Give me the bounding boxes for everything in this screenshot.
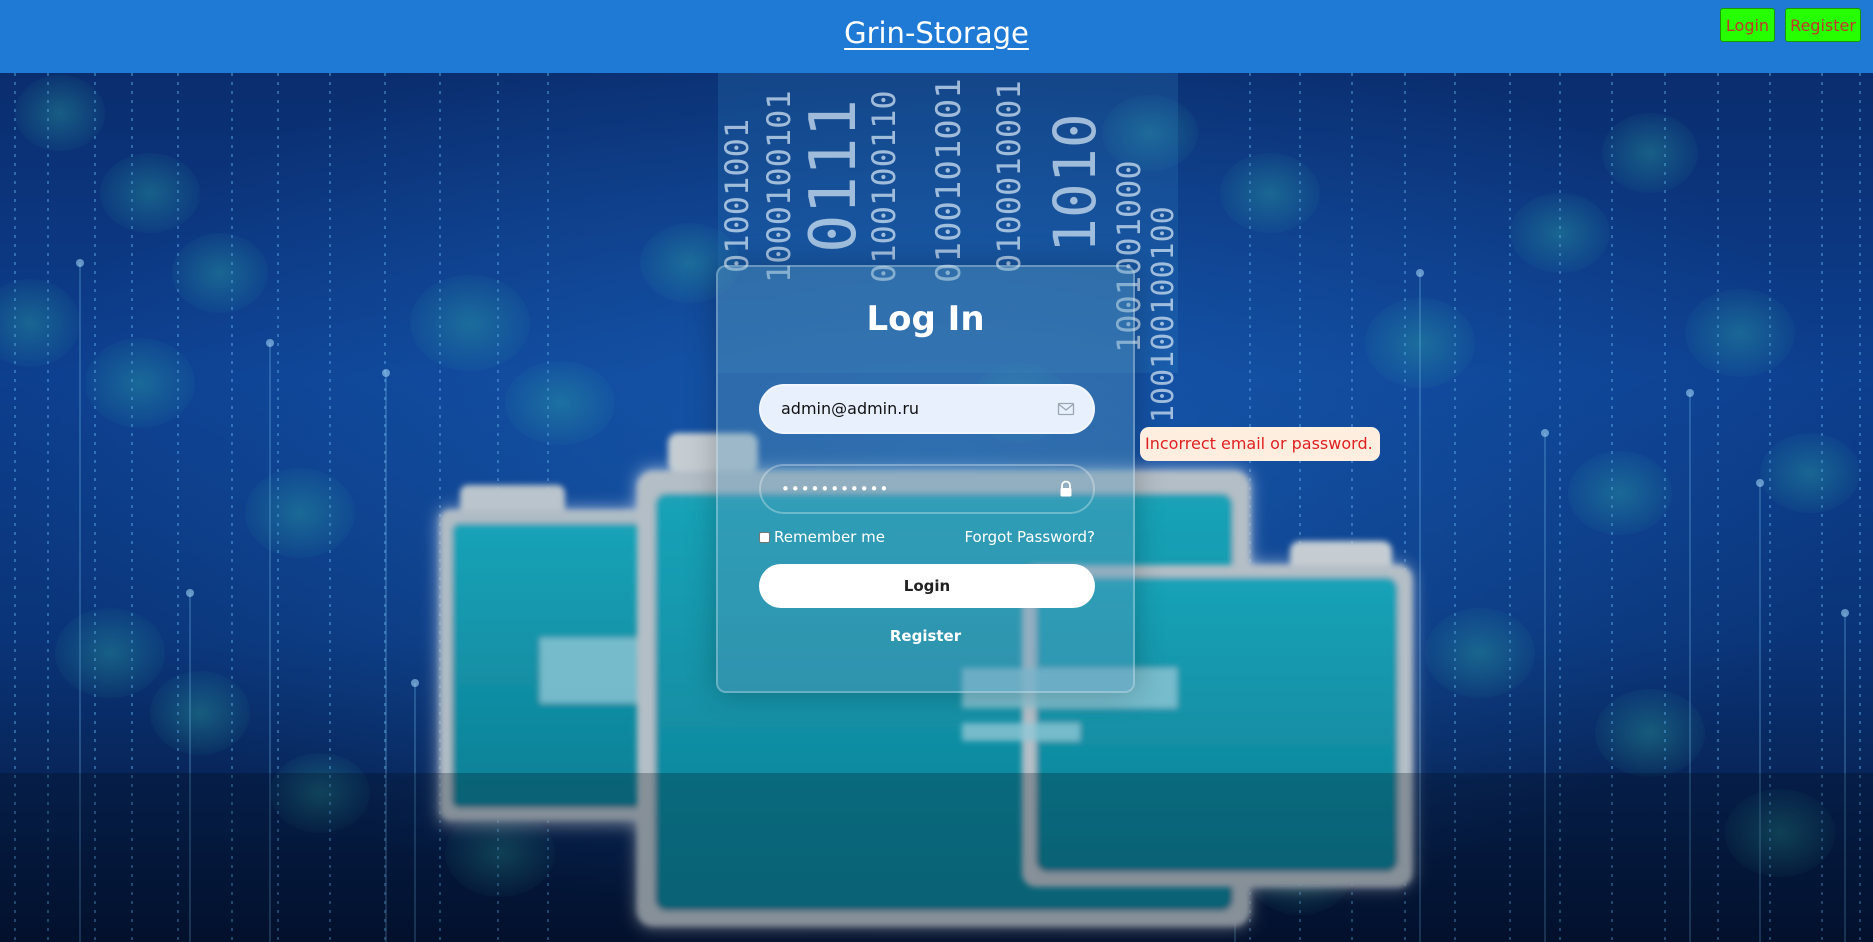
header-login-button[interactable]: Login (1720, 8, 1775, 42)
svg-text:1000100101: 1000100101 (760, 90, 798, 283)
svg-text:0100100110: 0100100110 (865, 90, 903, 283)
email-field[interactable]: admin@admin.ru (759, 384, 1095, 434)
login-heading: Log In (866, 299, 985, 339)
remember-label[interactable]: Remember me (774, 528, 885, 546)
login-submit-button[interactable]: Login (759, 564, 1095, 608)
svg-text:100100100100: 100100100100 (1146, 206, 1181, 423)
site-title-link[interactable]: Grin-Storage (0, 0, 1873, 66)
password-input[interactable]: ••••••••••• (781, 466, 889, 512)
svg-text:0111: 0111 (797, 99, 871, 253)
svg-text:01001001: 01001001 (718, 119, 756, 273)
svg-text:0100101001: 0100101001 (929, 78, 969, 283)
top-header: Grin-Storage Login Register (0, 0, 1873, 73)
lock-icon (1060, 480, 1072, 497)
forgot-password-link[interactable]: Forgot Password? (964, 528, 1095, 546)
options-row: Remember me Forgot Password? (759, 528, 1095, 548)
remember-checkbox[interactable] (759, 531, 770, 543)
email-input[interactable]: admin@admin.ru (781, 386, 919, 432)
login-card: Log In admin@admin.ru ••••••••••• Rememb… (716, 265, 1135, 693)
header-register-button[interactable]: Register (1785, 8, 1861, 42)
svg-text:0100010001: 0100010001 (990, 80, 1028, 273)
register-link[interactable]: Register (718, 627, 1133, 645)
error-message: Incorrect email or password. (1140, 427, 1380, 461)
envelope-icon (1057, 402, 1075, 416)
remember-me[interactable]: Remember me (759, 528, 885, 546)
password-field[interactable]: ••••••••••• (759, 464, 1095, 514)
svg-text:1010: 1010 (1041, 113, 1109, 253)
